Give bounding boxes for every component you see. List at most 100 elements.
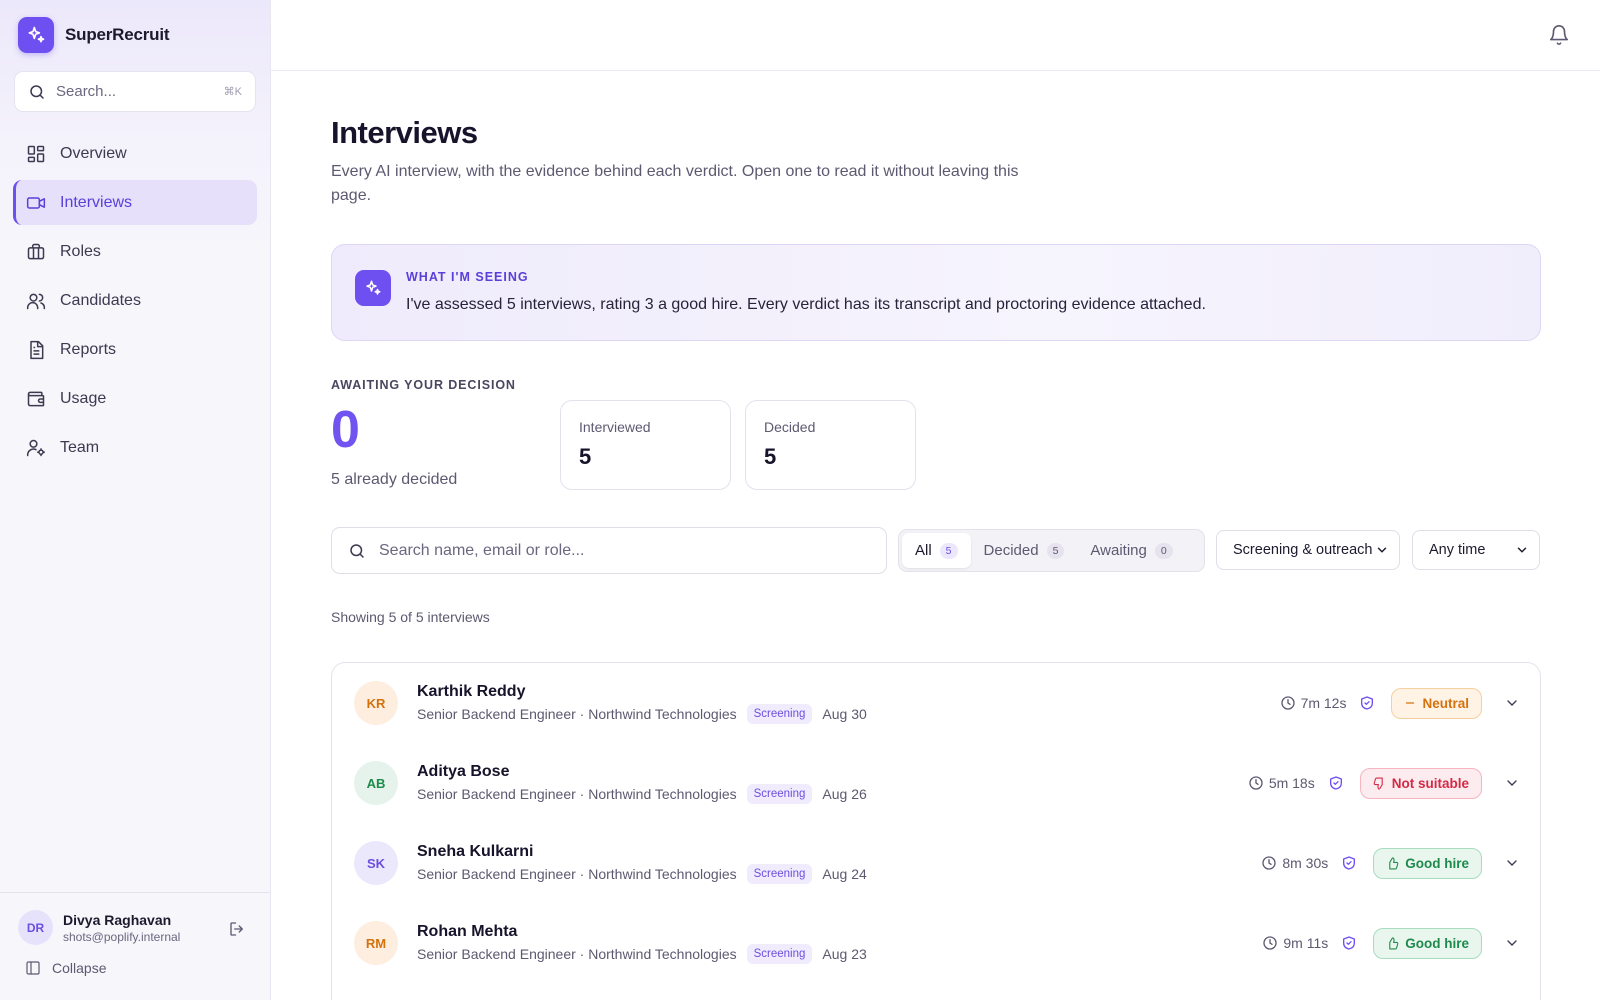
row-meta: 7m 12s Neutral [1280,687,1520,719]
verdict-badge: Good hire [1373,927,1482,959]
avatar: AB [354,761,398,805]
search-input[interactable]: Search name, email or role... [331,527,887,574]
sidebar-item-label: Usage [60,389,107,407]
briefcase-icon [27,243,45,259]
page-title: Interviews [331,115,478,150]
sidebar-item-interviews[interactable]: Interviews [13,180,257,225]
tab-decided[interactable]: Decided 5 [971,533,1078,568]
user-profile[interactable]: DR Divya Raghavan shots@poplify.internal [18,910,180,945]
duration-text: 9m 11s [1283,935,1329,951]
brand-name: SuperRecruit [65,25,170,44]
chevron-down-icon[interactable] [1504,775,1520,791]
sidebar: SuperRecruit Search... ⌘K Overview Inter… [0,0,271,1000]
wallet-icon [27,391,45,406]
candidate-role: Senior Backend Engineer · Northwind Tech… [417,786,737,802]
stage-select[interactable]: Screening & outreach [1216,530,1400,570]
chevron-down-icon[interactable] [1504,935,1520,951]
candidate-role: Senior Backend Engineer · Northwind Tech… [417,866,737,882]
sidebar-item-overview[interactable]: Overview [13,131,257,176]
sidebar-search-input[interactable]: Search... ⌘K [14,71,256,112]
sidebar-footer: DR Divya Raghavan shots@poplify.internal… [0,892,270,1000]
verdict-badge: Good hire [1373,847,1482,879]
stage-badge: Screening [746,784,813,804]
time-select-value: Any time [1429,542,1486,558]
duration: 7m 12s [1280,695,1347,711]
document-icon [30,340,44,359]
stat-card-decided: Decided 5 [745,400,916,490]
sidebar-item-label: Roles [60,242,101,260]
shield-check-icon [1341,855,1357,871]
duration-text: 5m 18s [1268,775,1315,791]
search-shortcut: ⌘K [223,86,242,98]
duration-text: 7m 12s [1300,695,1347,711]
sidebar-item-label: Candidates [60,291,141,309]
video-icon [26,196,46,209]
user-name: Divya Raghavan [63,911,172,928]
sidebar-item-label: Team [60,438,100,456]
brand[interactable]: SuperRecruit [18,17,170,53]
stage-select-value: Screening & outreach [1233,542,1373,558]
clock-icon [1262,856,1276,870]
sidebar-item-team[interactable]: Team [13,425,257,470]
verdict-label: Good hire [1405,935,1469,951]
shield-check-icon [1341,935,1357,951]
avatar: RM [354,921,398,965]
logout-icon[interactable] [228,920,246,943]
candidate-meta: Senior Backend Engineer · Northwind Tech… [417,704,867,724]
clock-icon [1280,696,1295,710]
chevron-down-icon[interactable] [1504,855,1520,871]
search-icon [30,84,44,99]
candidate-name: Aditya Bose [417,763,510,780]
insight-label: WHAT I'M SEEING [406,270,529,284]
tab-count: 5 [939,542,958,559]
duration-text: 8m 30s [1282,855,1329,871]
table-row[interactable]: SK Sneha Kulkarni Senior Backend Enginee… [332,823,1540,903]
tab-count: 5 [1046,542,1065,559]
candidate-meta: Senior Backend Engineer · Northwind Tech… [417,784,867,804]
interview-date: Aug 26 [822,786,867,802]
sidebar-item-reports[interactable]: Reports [13,327,257,372]
candidate-meta: Senior Backend Engineer · Northwind Tech… [417,944,867,964]
clock-icon [1249,776,1263,790]
stage-badge: Screening [746,944,813,964]
candidate-meta: Senior Backend Engineer · Northwind Tech… [417,864,867,884]
table-row[interactable]: RM Rohan Mehta Senior Backend Engineer ·… [332,903,1540,983]
table-row[interactable]: AB Aditya Bose Senior Backend Engineer ·… [332,743,1540,823]
table-row[interactable]: KR Karthik Reddy Senior Backend Engineer… [332,663,1540,743]
candidate-name: Rohan Mehta [417,923,518,940]
sidebar-item-label: Interviews [60,193,133,211]
status-tabs: All 5 Decided 5 Awaiting 0 [898,529,1205,572]
thumbs-down-icon [1373,777,1383,790]
topbar [271,0,1600,71]
page-subtitle: Every AI interview, with the evidence be… [331,163,1019,204]
sidebar-item-label: Reports [60,340,117,358]
sidebar-item-usage[interactable]: Usage [13,376,257,421]
results-count: Showing 5 of 5 interviews [331,609,490,625]
collapse-button[interactable]: Collapse [25,960,106,976]
stat-value: 5 [579,444,592,469]
chevron-down-icon[interactable] [1504,695,1520,711]
candidate-name: Sneha Kulkarni [417,843,534,860]
duration: 9m 11s [1262,935,1328,951]
tab-label: All [915,542,932,559]
verdict-badge: Neutral [1391,687,1482,719]
verdict-label: Neutral [1422,695,1469,711]
sidebar-item-roles[interactable]: Roles [13,229,257,274]
clock-icon [1263,936,1278,950]
stat-label: Interviewed [579,419,651,435]
grid-icon [27,145,45,162]
user-email: shots@poplify.internal [63,929,181,944]
tab-all[interactable]: All 5 [902,533,971,568]
time-select[interactable]: Any time [1412,530,1540,570]
sidebar-item-label: Overview [60,144,127,162]
tab-count: 0 [1154,542,1173,559]
tab-awaiting[interactable]: Awaiting 0 [1077,533,1185,568]
awaiting-subtext: 5 already decided [331,471,458,488]
minus-icon [1406,702,1415,704]
sidebar-item-candidates[interactable]: Candidates [13,278,257,323]
thumbs-up-icon [1389,936,1399,949]
search-icon [350,543,364,558]
collapse-label: Collapse [52,960,107,976]
bell-icon[interactable] [1548,23,1570,52]
sidebar-collapse-icon [26,961,40,975]
